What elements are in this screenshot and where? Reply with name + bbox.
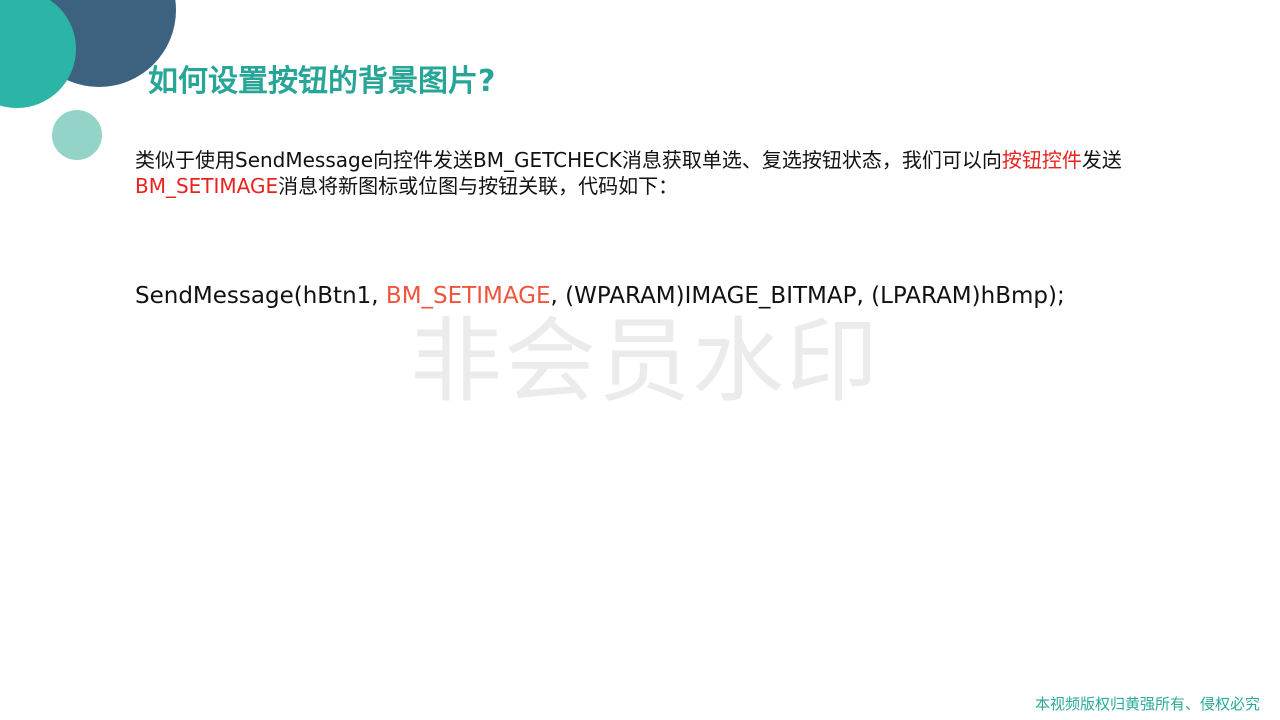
decorative-circle-small — [52, 110, 102, 160]
decorative-circle-teal — [0, 0, 76, 108]
code-suffix: , (WPARAM)IMAGE_BITMAP, (LPARAM)hBmp); — [550, 283, 1065, 309]
paragraph-text-1: 类似于使用SendMessage向控件发送BM_GETCHECK消息获取单选、复… — [135, 148, 1002, 172]
code-prefix: SendMessage(hBtn1, — [135, 283, 386, 309]
paragraph-highlight-bm-setimage: BM_SETIMAGE — [135, 174, 279, 198]
paragraph-text-2: 发送 — [1081, 148, 1122, 172]
body-paragraph: 类似于使用SendMessage向控件发送BM_GETCHECK消息获取单选、复… — [135, 147, 1195, 199]
slide-title: 如何设置按钮的背景图片? — [148, 64, 496, 99]
paragraph-text-3: 消息将新图标或位图与按钮关联，代码如下： — [278, 174, 679, 198]
code-example: SendMessage(hBtn1, BM_SETIMAGE, (WPARAM)… — [135, 281, 1065, 311]
copyright-notice: 本视频版权归黄强所有、侵权必究 — [1034, 695, 1260, 713]
watermark-text: 非会员水印 — [410, 308, 881, 415]
paragraph-highlight-button-control: 按钮控件 — [1001, 148, 1082, 172]
code-highlight: BM_SETIMAGE — [385, 283, 551, 309]
